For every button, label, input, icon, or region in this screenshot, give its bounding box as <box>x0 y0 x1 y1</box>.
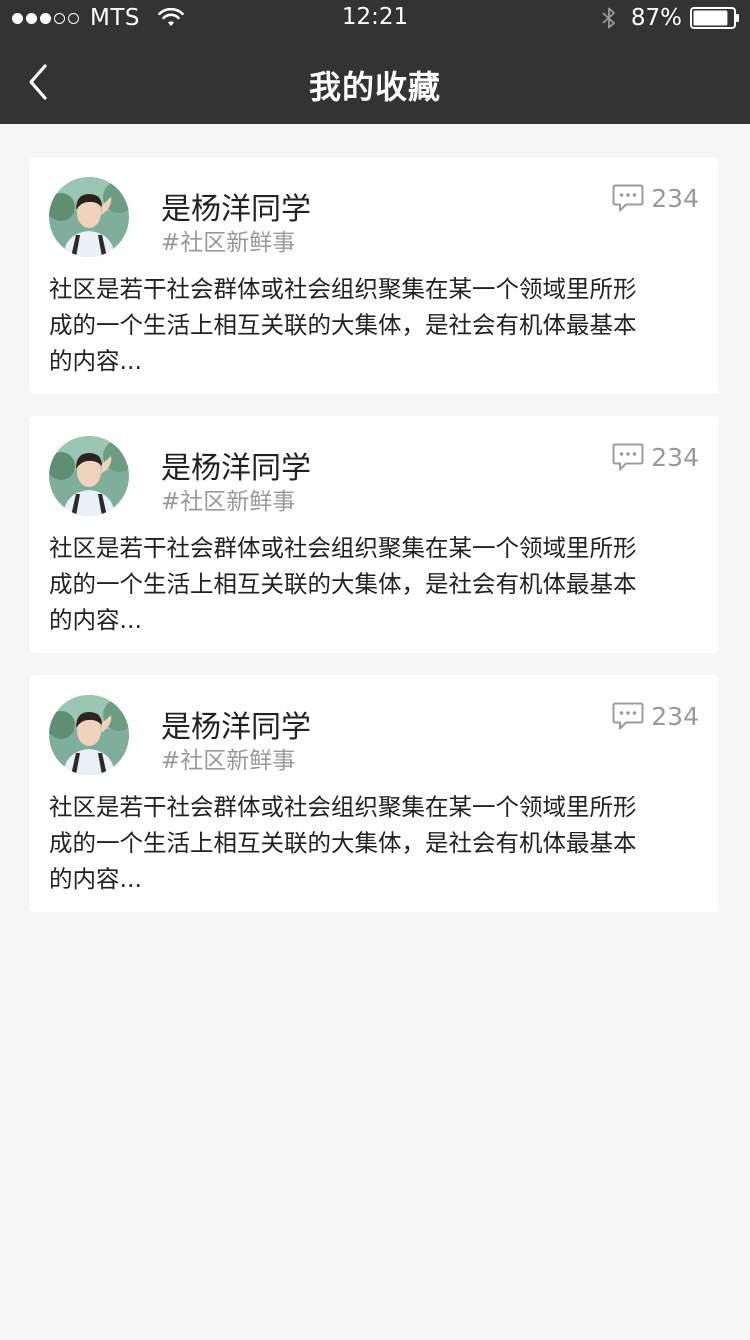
comment-icon <box>612 702 644 730</box>
post-excerpt[interactable]: 社区是若干社会群体或社会组织聚集在某一个领域里所形 成的一个生活上相互关联的大集… <box>49 789 701 897</box>
comment-icon <box>612 443 644 471</box>
excerpt-line: 的内容... <box>49 606 142 634</box>
bluetooth-icon <box>602 7 615 29</box>
comment-counter[interactable]: 234 <box>612 701 699 731</box>
excerpt-line: 社区是若干社会群体或社会组织聚集在某一个领域里所形 <box>49 275 637 303</box>
avatar[interactable] <box>49 436 129 516</box>
status-right: 87% <box>601 5 740 31</box>
nav-bar: 我的收藏 <box>0 40 750 124</box>
comment-count: 234 <box>651 442 699 472</box>
battery-icon <box>690 7 739 29</box>
favorite-card[interactable]: 是杨洋同学 #社区新鲜事 234 社区是若干社会群体或社会组织聚集在某一个领域里… <box>29 675 719 912</box>
status-bar: MTS 12:21 87% <box>0 0 750 40</box>
excerpt-line: 的内容... <box>49 865 142 893</box>
favorite-card[interactable]: 是杨洋同学 #社区新鲜事 234 社区是若干社会群体或社会组织聚集在某一个领域里… <box>29 157 719 394</box>
page-title: 我的收藏 <box>308 68 441 106</box>
excerpt-line: 的内容... <box>49 347 142 375</box>
topic-tag[interactable]: #社区新鲜事 <box>161 482 295 516</box>
post-excerpt[interactable]: 社区是若干社会群体或社会组织聚集在某一个领域里所形 成的一个生活上相互关联的大集… <box>49 530 701 638</box>
username[interactable]: 是杨洋同学 <box>161 184 311 228</box>
topic-tag[interactable]: #社区新鲜事 <box>161 741 295 775</box>
username[interactable]: 是杨洋同学 <box>161 443 311 487</box>
excerpt-line: 成的一个生活上相互关联的大集体，是社会有机体最基本 <box>49 570 637 598</box>
comment-icon <box>612 184 644 212</box>
avatar[interactable] <box>49 695 129 775</box>
favorite-card[interactable]: 是杨洋同学 #社区新鲜事 234 社区是若干社会群体或社会组织聚集在某一个领域里… <box>29 416 719 653</box>
favorites-list: 是杨洋同学 #社区新鲜事 234 社区是若干社会群体或社会组织聚集在某一个领域里… <box>29 157 719 934</box>
comment-counter[interactable]: 234 <box>612 442 699 472</box>
avatar[interactable] <box>49 177 129 257</box>
excerpt-line: 成的一个生活上相互关联的大集体，是社会有机体最基本 <box>49 311 637 339</box>
comment-count: 234 <box>651 183 699 213</box>
comment-counter[interactable]: 234 <box>612 183 699 213</box>
post-excerpt[interactable]: 社区是若干社会群体或社会组织聚集在某一个领域里所形 成的一个生活上相互关联的大集… <box>49 271 701 379</box>
comment-count: 234 <box>651 701 699 731</box>
excerpt-line: 社区是若干社会群体或社会组织聚集在某一个领域里所形 <box>49 534 637 562</box>
excerpt-line: 成的一个生活上相互关联的大集体，是社会有机体最基本 <box>49 829 637 857</box>
header: MTS 12:21 87% 我的收藏 <box>0 0 750 124</box>
excerpt-line: 社区是若干社会群体或社会组织聚集在某一个领域里所形 <box>49 793 637 821</box>
topic-tag[interactable]: #社区新鲜事 <box>161 223 295 257</box>
battery-percent: 87% <box>630 5 682 31</box>
username[interactable]: 是杨洋同学 <box>161 702 311 746</box>
